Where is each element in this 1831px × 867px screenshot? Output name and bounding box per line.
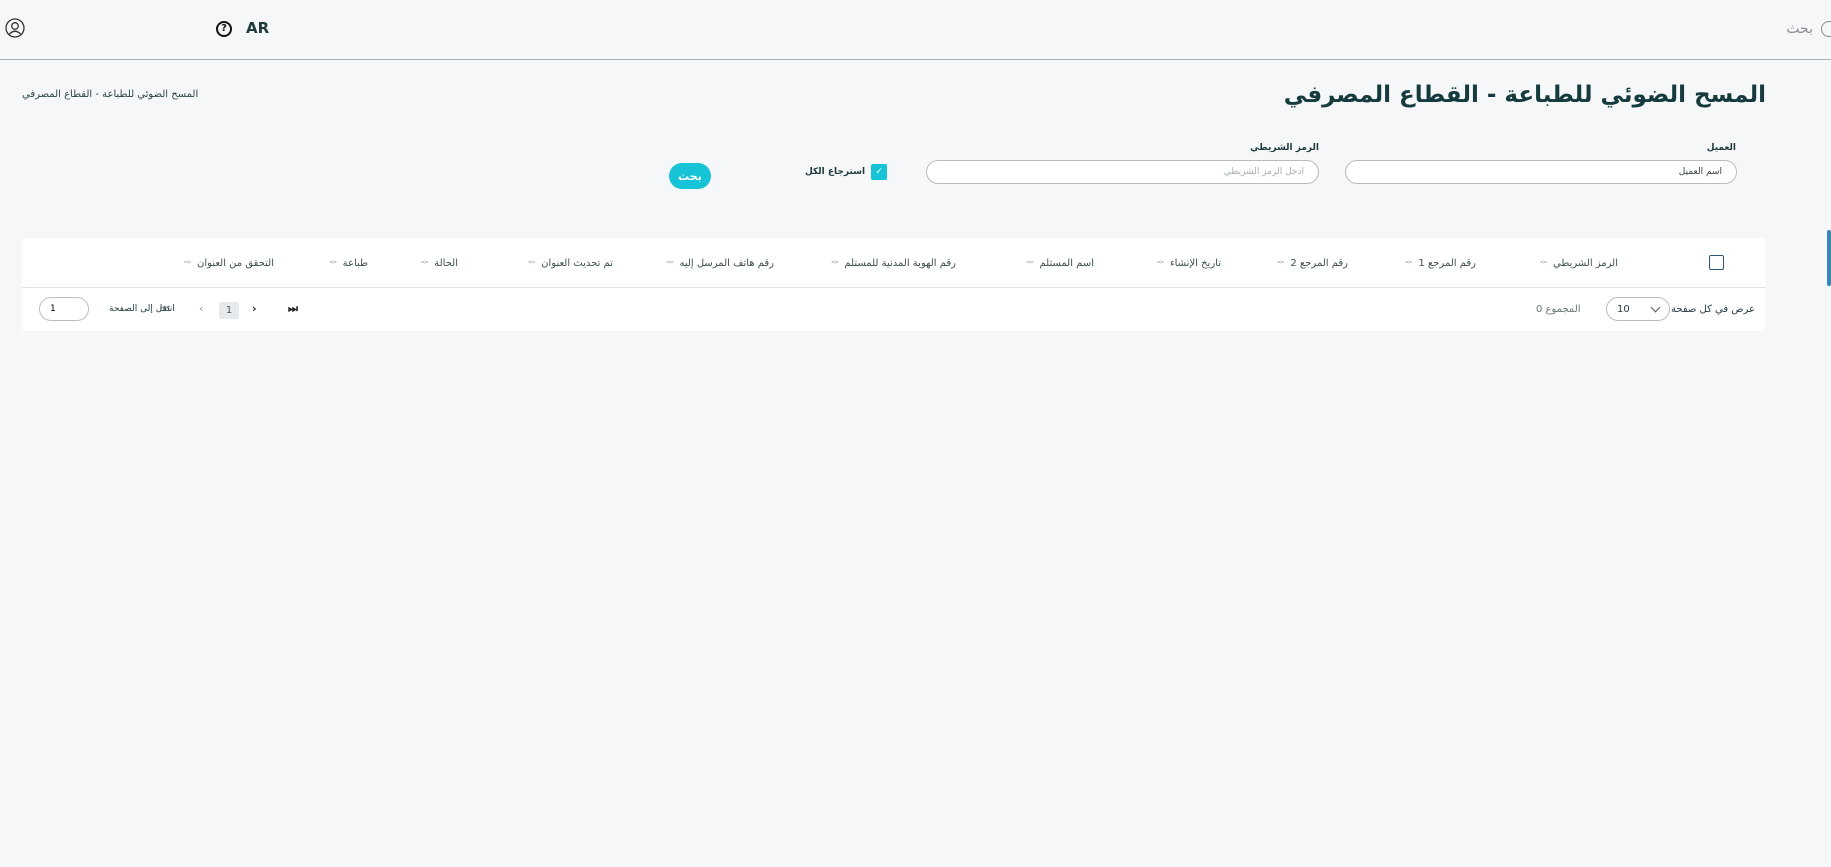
top-search-label[interactable]: بحث: [1786, 21, 1813, 37]
barcode-label: الرمز الشريطي: [1250, 143, 1319, 153]
col-status[interactable]: الحالة ︿ ﹀: [421, 256, 458, 270]
col-label: التحقق من العنوان: [197, 257, 274, 269]
col-label: تم تحديث العنوان: [541, 257, 613, 269]
col-label: تاريخ الإنشاء: [1169, 257, 1221, 269]
fetch-all-checkbox[interactable]: ✓: [871, 164, 888, 180]
col-consignee-phone[interactable]: رقم هاتف المرسل إليه ︿ ﹀: [666, 256, 774, 270]
sort-icon[interactable]: ︿ ﹀: [421, 257, 428, 269]
col-created-date[interactable]: تاريخ الإنشاء ︿ ﹀: [1157, 256, 1221, 270]
sort-icon[interactable]: ︿ ﹀: [831, 257, 838, 269]
col-label: الرمز الشريطي: [1553, 257, 1618, 269]
user-profile-icon[interactable]: [5, 18, 25, 38]
top-search[interactable]: بحث: [1786, 18, 1831, 40]
col-print[interactable]: طباعة ︿ ﹀: [330, 256, 368, 270]
per-page-label: عرض في كل صفحة: [1671, 304, 1755, 315]
sort-icon[interactable]: ︿ ﹀: [528, 257, 535, 269]
scrollbar-thumb[interactable]: [1827, 230, 1831, 286]
sort-icon[interactable]: ︿ ﹀: [1405, 257, 1412, 269]
sort-icon[interactable]: ︿ ﹀: [1157, 257, 1164, 269]
per-page-value: 10: [1617, 303, 1630, 315]
fetch-all-label: استرجاع الكل: [805, 167, 866, 177]
sort-icon[interactable]: ︿ ﹀: [666, 257, 673, 269]
col-label: رقم المرجع 1: [1418, 257, 1476, 269]
help-icon[interactable]: ?: [216, 21, 232, 37]
barcode-input[interactable]: [926, 160, 1319, 184]
total-count: المجموع 0: [1536, 304, 1581, 315]
sort-icon[interactable]: ︿ ﹀: [1540, 257, 1547, 269]
sort-icon[interactable]: ︿ ﹀: [184, 257, 191, 269]
table-header: الرمز الشريطي ︿ ﹀ رقم المرجع 1 ︿ ﹀ رقم الم…: [22, 238, 1766, 288]
fetch-all-toggle[interactable]: ✓ استرجاع الكل: [805, 164, 888, 180]
client-label: العميل: [1706, 143, 1736, 153]
current-page[interactable]: 1: [219, 302, 239, 319]
previous-page-icon[interactable]: ‹: [199, 302, 203, 315]
col-reference-1[interactable]: رقم المرجع 1 ︿ ﹀: [1405, 256, 1476, 270]
results-table: الرمز الشريطي ︿ ﹀ رقم المرجع 1 ︿ ﹀ رقم الم…: [22, 238, 1766, 331]
last-page-icon[interactable]: ⏭: [288, 302, 298, 316]
page-title: المسح الضوئي للطباعة - القطاع المصرفي: [1283, 82, 1766, 108]
top-header: ? AR بحث: [0, 0, 1831, 60]
client-input[interactable]: [1345, 160, 1737, 184]
col-label: الحالة: [434, 257, 458, 269]
select-all-checkbox[interactable]: [1709, 255, 1724, 270]
sort-icon[interactable]: ︿ ﹀: [330, 257, 337, 269]
chevron-down-icon: [1650, 302, 1661, 312]
search-icon[interactable]: [1821, 21, 1831, 37]
language-switch[interactable]: AR: [246, 19, 269, 37]
col-label: رقم هاتف المرسل إليه: [679, 257, 774, 269]
col-barcode[interactable]: الرمز الشريطي ︿ ﹀: [1540, 256, 1618, 270]
col-address-updated[interactable]: تم تحديث العنوان ︿ ﹀: [528, 256, 613, 270]
search-button[interactable]: بحث: [669, 163, 711, 189]
goto-page-label: انتقل إلى الصفحة: [109, 304, 175, 314]
col-label: رقم المرجع 2: [1290, 257, 1348, 269]
col-label: طباعة: [342, 257, 368, 269]
breadcrumb[interactable]: المسح الضوئي للطباعة - القطاع المصرفي: [22, 89, 198, 100]
sort-icon[interactable]: ︿ ﹀: [1026, 257, 1033, 269]
pagination-bar: عرض في كل صفحة 10 المجموع 0 ⏭ › 1 ‹ ⏮ ان…: [22, 289, 1766, 331]
col-recipient-civil-id[interactable]: رقم الهوية المدنية للمستلم ︿ ﹀: [831, 256, 956, 270]
col-recipient-name[interactable]: اسم المستلم ︿ ﹀: [1026, 256, 1094, 270]
col-reference-2[interactable]: رقم المرجع 2 ︿ ﹀: [1277, 256, 1348, 270]
goto-page-input[interactable]: [39, 297, 89, 321]
per-page-select[interactable]: 10: [1606, 297, 1670, 321]
col-label: اسم المستلم: [1039, 257, 1094, 269]
col-label: رقم الهوية المدنية للمستلم: [844, 257, 956, 269]
next-page-icon[interactable]: ›: [252, 302, 257, 315]
col-address-verification[interactable]: التحقق من العنوان ︿ ﹀: [184, 256, 274, 270]
sort-icon[interactable]: ︿ ﹀: [1277, 257, 1284, 269]
